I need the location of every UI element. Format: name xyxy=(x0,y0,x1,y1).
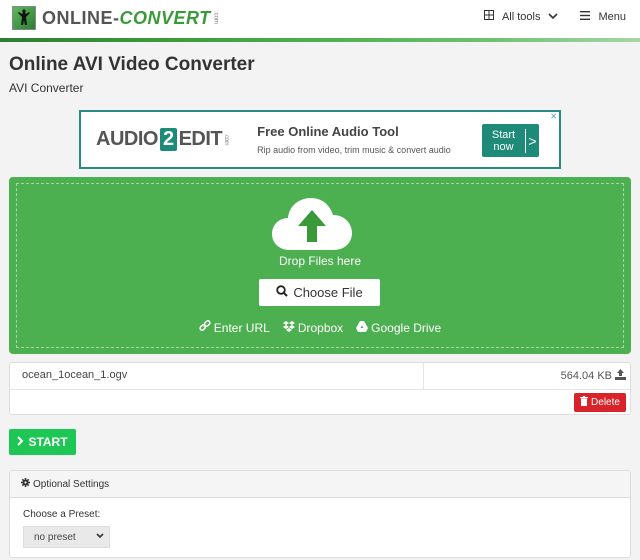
preset-label: Choose a Preset: xyxy=(23,509,101,520)
optional-settings-panel: Optional Settings Choose a Preset: no pr… xyxy=(9,470,631,558)
link-icon xyxy=(199,320,211,335)
upload-sources: Enter URL Dropbox Google Drive xyxy=(0,320,640,335)
logo-com: .com xyxy=(212,11,219,25)
header-accent-bar xyxy=(0,38,640,42)
page-subtitle: AVI Converter xyxy=(9,81,84,95)
file-list: ocean_1ocean_1.ogv 564.04 KB Delete xyxy=(9,362,631,415)
choose-file-button[interactable]: Choose File xyxy=(259,279,380,306)
logo-text: ONLINE-CONVERT xyxy=(42,7,211,28)
settings-title: Optional Settings xyxy=(33,478,110,490)
ad-title: Free Online Audio Tool xyxy=(257,124,399,139)
cloud-upload-icon xyxy=(272,196,352,252)
ad-close-icon[interactable]: ✕ xyxy=(550,112,557,121)
enter-url-link[interactable]: Enter URL xyxy=(199,320,270,335)
file-size-value: 564.04 KB xyxy=(560,370,612,382)
dropbox-link[interactable]: Dropbox xyxy=(282,320,343,335)
divider xyxy=(10,389,630,390)
hamburger-icon xyxy=(580,10,591,23)
drop-files-text: Drop Files here xyxy=(278,254,362,268)
chevron-right-icon xyxy=(17,435,24,449)
start-button[interactable]: START xyxy=(9,429,76,455)
chevron-down-icon xyxy=(96,531,104,541)
google-drive-link[interactable]: Google Drive xyxy=(356,320,441,335)
choose-file-label: Choose File xyxy=(293,285,363,300)
ad-banner[interactable]: AUDIO 2 EDIT .com Free Online Audio Tool Ri… xyxy=(79,110,561,169)
ad-description: Rip audio from video, trim music & conve… xyxy=(257,145,451,155)
grid-icon xyxy=(483,10,494,23)
ad-button-line2: now xyxy=(493,140,514,153)
all-tools-dropdown[interactable]: All tools xyxy=(483,10,559,23)
site-logo[interactable]: ONLINE-CONVERT .com xyxy=(12,6,219,30)
trash-icon xyxy=(580,396,589,409)
site-header: ONLINE-CONVERT .com All tools Menu xyxy=(0,0,640,38)
chevron-right-icon: > xyxy=(528,132,537,149)
main-nav: All tools Menu xyxy=(462,10,626,23)
file-name: ocean_1ocean_1.ogv xyxy=(22,369,128,381)
dropbox-icon xyxy=(282,320,295,335)
settings-header: Optional Settings xyxy=(10,471,630,498)
divider xyxy=(423,363,424,389)
menu-button[interactable]: Menu xyxy=(580,10,626,23)
preset-value: no preset xyxy=(34,531,76,543)
start-label: START xyxy=(28,435,68,449)
preset-select[interactable]: no preset xyxy=(23,526,110,548)
logo-icon xyxy=(12,6,36,30)
search-icon xyxy=(276,285,289,300)
upload-icon xyxy=(615,369,626,383)
delete-label: Delete xyxy=(591,397,620,408)
gear-icon xyxy=(21,478,30,490)
ad-logo: AUDIO 2 EDIT .com xyxy=(96,128,230,151)
all-tools-label: All tools xyxy=(501,10,541,23)
delete-button[interactable]: Delete xyxy=(574,393,626,412)
menu-label: Menu xyxy=(598,10,626,23)
ad-text: Free Online Audio Tool Rip audio from vi… xyxy=(257,124,451,155)
google-drive-icon xyxy=(356,320,369,335)
ad-button-line1: Start xyxy=(491,128,516,141)
page-title: Online AVI Video Converter xyxy=(9,54,255,75)
chevron-down-icon xyxy=(548,11,559,23)
file-size: 564.04 KB xyxy=(561,369,626,383)
ad-start-now-button[interactable]: Start now > xyxy=(482,124,539,157)
